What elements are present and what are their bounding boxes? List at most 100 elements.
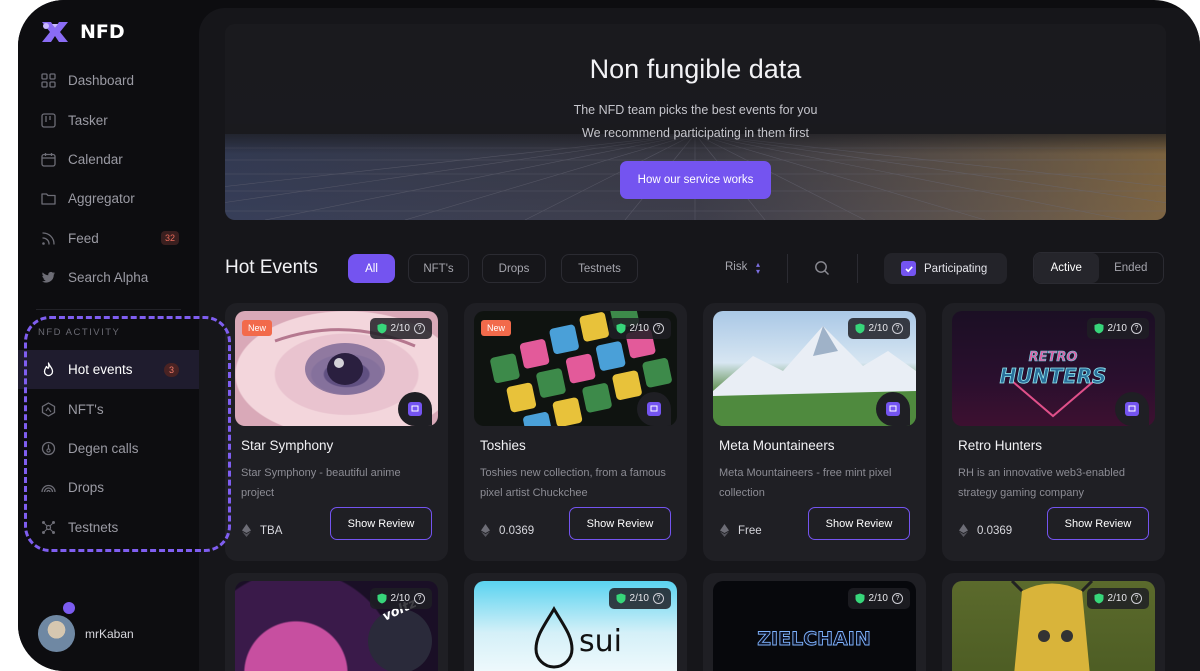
risk-score[interactable]: 2/10 ? xyxy=(1086,588,1149,609)
sidebar-item-feed[interactable]: Feed 32 xyxy=(18,219,199,258)
score-value: 2/10 xyxy=(1107,593,1127,604)
filter-drops[interactable]: Drops xyxy=(482,254,546,283)
sidebar-item-drops[interactable]: Drops xyxy=(18,468,199,507)
help-icon[interactable]: ? xyxy=(892,593,903,604)
help-icon[interactable]: ? xyxy=(414,593,425,604)
risk-score[interactable]: 2/10 ? xyxy=(608,588,671,609)
score-value: 2/10 xyxy=(629,323,649,334)
checkbox-checked-icon[interactable] xyxy=(901,261,916,276)
filter-all[interactable]: All xyxy=(348,254,395,283)
price-value: 0.0369 xyxy=(977,524,1013,537)
avatar[interactable] xyxy=(38,615,75,652)
shield-icon xyxy=(855,593,865,604)
sidebar-item-degen-calls[interactable]: Degen calls xyxy=(18,429,199,468)
risk-score[interactable]: 2/10 ? xyxy=(369,318,432,339)
event-card[interactable]: RETRO HUNTERS 2/10 ? Retro Hunters RH is… xyxy=(942,303,1165,561)
sidebar-item-hot-events[interactable]: Hot events 3 xyxy=(18,350,199,390)
score-value: 2/10 xyxy=(868,593,888,604)
username: mrKaban xyxy=(85,626,134,641)
toggle-ended[interactable]: Ended xyxy=(1099,253,1164,283)
score-value: 2/10 xyxy=(1107,323,1127,334)
toggle-active[interactable]: Active xyxy=(1034,253,1099,283)
nav-divider xyxy=(36,309,181,310)
logo-icon xyxy=(42,22,68,42)
twitch-link[interactable] xyxy=(637,392,671,426)
sidebar-item-tasker[interactable]: Tasker xyxy=(18,100,199,139)
section-label: NFD ACTIVITY xyxy=(38,327,121,338)
risk-score[interactable]: 2/10 ? xyxy=(1086,318,1149,339)
twitch-icon xyxy=(408,402,422,416)
filter-nfts[interactable]: NFT's xyxy=(408,254,469,283)
twitch-icon xyxy=(886,402,900,416)
risk-score[interactable]: 2/10 ? xyxy=(608,318,671,339)
event-image: voltz 2/10 ? xyxy=(235,581,438,671)
show-review-button[interactable]: Show Review xyxy=(569,507,671,540)
notification-bell-icon[interactable] xyxy=(63,602,75,614)
sidebar-item-testnets[interactable]: Testnets xyxy=(18,508,199,547)
help-icon[interactable]: ? xyxy=(1131,593,1142,604)
event-card[interactable]: 2/10 ? Meta Mountaineers Meta Mountainee… xyxy=(703,303,926,561)
hero-subtitle-1: The NFD team picks the best events for y… xyxy=(573,103,818,117)
score-value: 2/10 xyxy=(868,323,888,334)
event-card[interactable]: New 2/10 ? Toshies Toshies new collectio… xyxy=(464,303,687,561)
sidebar-item-nfts[interactable]: NFT's xyxy=(18,389,199,428)
show-review-button[interactable]: Show Review xyxy=(1047,507,1149,540)
search-icon[interactable] xyxy=(814,260,830,276)
sidebar-item-aggregator[interactable]: Aggregator xyxy=(18,179,199,218)
show-review-button[interactable]: Show Review xyxy=(330,507,432,540)
event-card[interactable]: sui 2/10 ? xyxy=(464,573,687,671)
rainbow-icon xyxy=(40,480,56,496)
help-icon[interactable]: ? xyxy=(653,593,664,604)
event-title: Star Symphony xyxy=(241,438,334,453)
show-review-button[interactable]: Show Review xyxy=(808,507,910,540)
event-price: 0.0369 xyxy=(959,524,1012,537)
sidebar-item-dashboard[interactable]: Dashboard xyxy=(18,61,199,100)
activity-nav: Hot events 3 NFT's Degen calls Drops Tes… xyxy=(18,350,199,547)
nft-icon xyxy=(40,401,56,417)
filter-testnets[interactable]: Testnets xyxy=(561,254,638,283)
sidebar-item-label: Aggregator xyxy=(68,191,135,207)
svg-text:RETRO: RETRO xyxy=(1029,350,1078,365)
help-icon[interactable]: ? xyxy=(892,323,903,334)
event-card[interactable]: ZIELCHAIN 2/10 ? xyxy=(703,573,926,671)
sort-caret-icon[interactable]: ▴ ▾ xyxy=(756,261,760,276)
event-image: 2/10 ? xyxy=(952,581,1155,671)
new-badge: New xyxy=(242,320,273,336)
risk-score[interactable]: 2/10 ? xyxy=(847,588,910,609)
help-icon[interactable]: ? xyxy=(414,323,425,334)
sidebar-item-calendar[interactable]: Calendar xyxy=(18,140,199,179)
event-card[interactable]: 2/10 ? xyxy=(942,573,1165,671)
event-description: Star Symphony - beautiful anime project xyxy=(241,467,401,499)
participating-filter[interactable]: Participating xyxy=(884,253,1007,284)
event-price: TBA xyxy=(242,524,282,537)
help-icon[interactable]: ? xyxy=(653,323,664,334)
how-it-works-button[interactable]: How our service works xyxy=(620,161,771,199)
risk-score[interactable]: 2/10 ? xyxy=(847,318,910,339)
risk-score[interactable]: 2/10 ? xyxy=(369,588,432,609)
shield-icon xyxy=(1094,593,1104,604)
calendar-icon xyxy=(40,151,56,167)
risk-sort[interactable]: Risk xyxy=(725,261,747,273)
ethereum-icon xyxy=(481,524,490,537)
sidebar-item-label: Degen calls xyxy=(68,440,139,456)
hot-events-count-badge: 3 xyxy=(163,362,179,377)
event-image: sui 2/10 ? xyxy=(474,581,677,671)
twitch-icon xyxy=(1125,402,1139,416)
twitch-link[interactable] xyxy=(876,392,910,426)
app-window: NFD Dashboard Tasker Calendar Aggregator… xyxy=(18,0,1200,671)
event-card[interactable]: voltz 2/10 ? xyxy=(225,573,448,671)
user-profile[interactable]: mrKaban xyxy=(38,615,134,652)
help-icon[interactable]: ? xyxy=(1131,323,1142,334)
sidebar-item-search-alpha[interactable]: Search Alpha xyxy=(18,258,199,297)
grid-icon xyxy=(40,73,56,89)
shield-icon xyxy=(616,323,626,334)
twitch-link[interactable] xyxy=(398,392,432,426)
brand-logo[interactable]: NFD xyxy=(38,18,125,46)
price-value: TBA xyxy=(260,524,283,537)
event-image: ZIELCHAIN 2/10 ? xyxy=(713,581,916,671)
price-value: Free xyxy=(738,524,762,537)
ethereum-icon xyxy=(720,524,729,537)
event-card[interactable]: New 2/10 ? Star Symphony Star Symphony -… xyxy=(225,303,448,561)
event-image: New 2/10 ? xyxy=(235,311,438,426)
twitch-link[interactable] xyxy=(1115,392,1149,426)
